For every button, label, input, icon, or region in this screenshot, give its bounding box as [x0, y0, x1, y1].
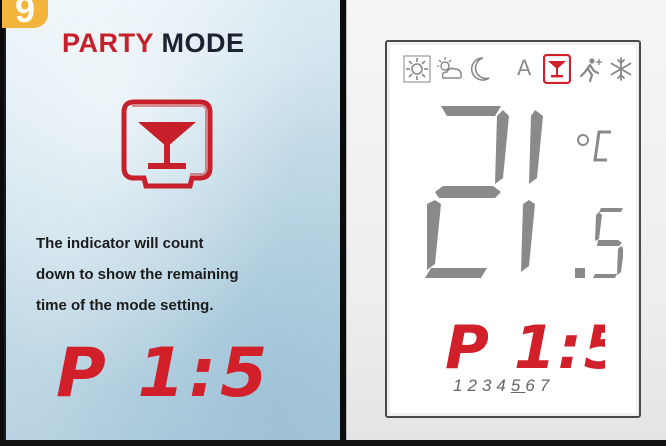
bottom-border: [0, 440, 666, 446]
step-number-badge: 9: [2, 0, 48, 30]
weekday-number: 4: [496, 376, 511, 395]
title-word-mode: MODE: [161, 28, 245, 58]
degree-symbol: [577, 134, 589, 146]
away-person-icon[interactable]: [575, 54, 603, 84]
weekday-number: 2: [467, 376, 482, 395]
thermostat-lcd-screen: A P 1: 1234567: [385, 40, 641, 418]
title-word-party: PARTY: [62, 28, 154, 58]
description-line: The indicator will count: [36, 235, 204, 252]
temperature-decimal-digit: [593, 208, 623, 278]
celsius-unit-symbol: [593, 130, 611, 162]
thermostat-device: A P 1: 1234567: [346, 0, 666, 446]
weekday-number: 6: [525, 376, 540, 395]
weekday-number: 1: [453, 376, 468, 395]
temperature-integer-digits: [425, 106, 543, 278]
countdown-timer-text: P 1:59: [56, 338, 266, 402]
description-line: down to show the remaining: [36, 266, 239, 283]
partly-cloudy-icon[interactable]: [435, 54, 463, 84]
decimal-point: [575, 268, 585, 278]
sun-icon[interactable]: [403, 54, 431, 84]
page-title: PARTY MODE: [62, 28, 245, 59]
weekday-indicator-row: 1234567: [453, 376, 613, 396]
weekday-number: 3: [481, 376, 497, 395]
temperature-readout: [425, 106, 623, 278]
party-cocktail-icon[interactable]: [543, 54, 571, 84]
weekday-number: 7: [539, 376, 555, 395]
instruction-panel: 9 PARTY MODE The indicator will count do…: [2, 0, 340, 442]
description-line: time of the mode setting.: [36, 297, 214, 314]
countdown-timer-display: P 1:59: [445, 316, 605, 374]
frost-snowflake-icon[interactable]: [607, 54, 635, 84]
mode-icon-row: A: [403, 54, 632, 86]
party-cocktail-icon: [121, 99, 213, 189]
auto-mode-icon[interactable]: A: [517, 56, 531, 80]
current-weekday-number: 5: [510, 376, 526, 395]
moon-icon[interactable]: [465, 54, 493, 84]
countdown-timer-text: P 1:59: [445, 316, 605, 374]
mode-description: The indicator will count down to show th…: [36, 228, 336, 321]
countdown-timer-display: P 1:59: [56, 338, 266, 402]
